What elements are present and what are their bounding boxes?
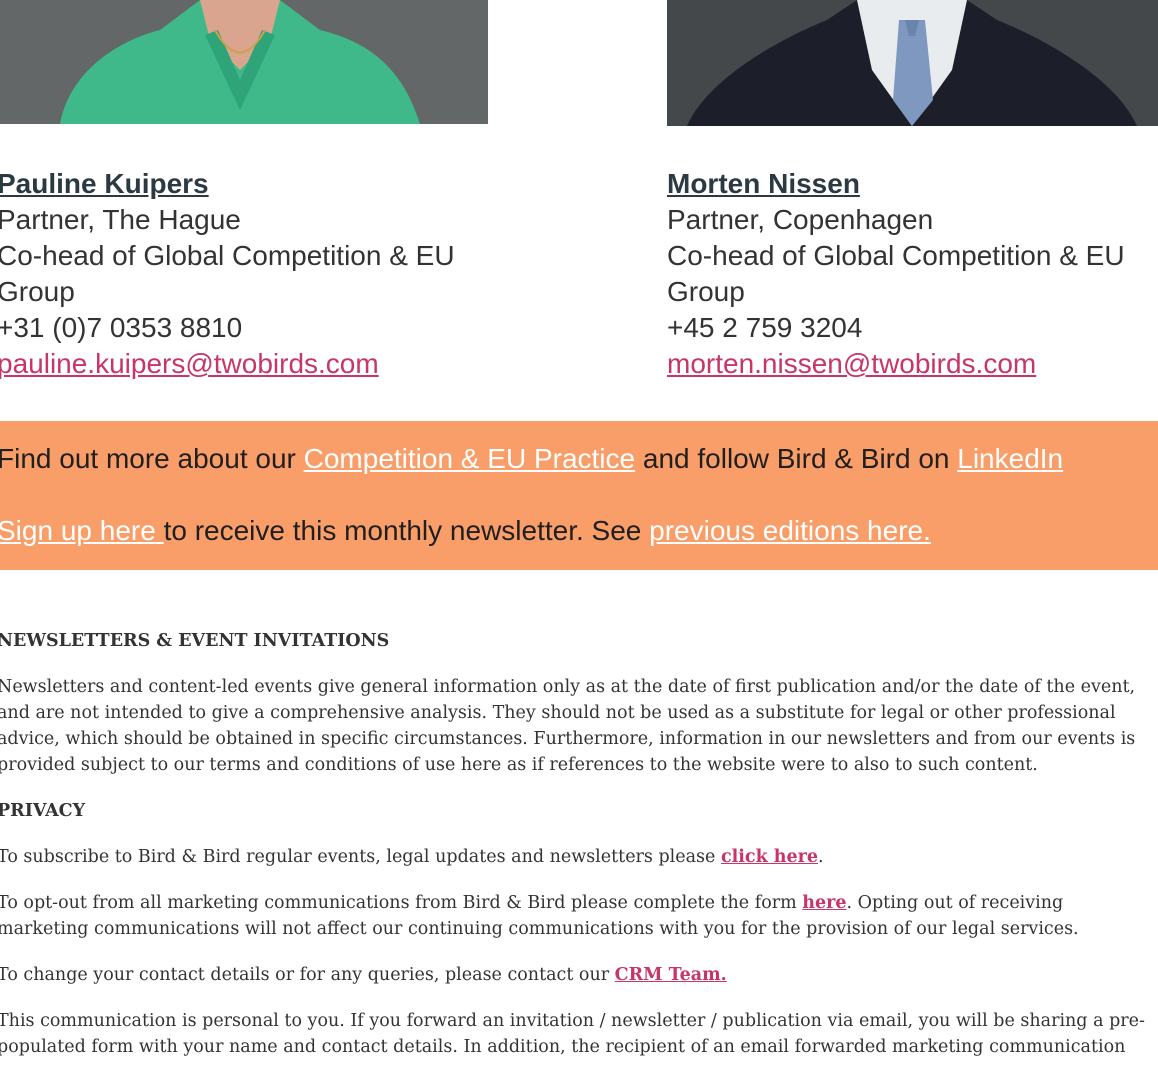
- contact-title: Co-head of Global Competition & EU: [667, 240, 1125, 271]
- newsletters-disclaimer: Newsletters and content-led events give …: [0, 677, 1136, 775]
- contact-email-link[interactable]: morten.nissen@twobirds.com: [667, 346, 1147, 382]
- banner-line-signup: Sign up here to receive this monthly new…: [0, 515, 931, 547]
- contact-title-cont: Group: [0, 276, 75, 307]
- contact-role: Partner, Copenhagen: [667, 204, 934, 235]
- photo-morten-nissen: [667, 0, 1158, 126]
- linkedin-link[interactable]: LinkedIn: [957, 443, 1063, 474]
- personal-communication-paragraph: This communication is personal to you. I…: [0, 1011, 1145, 1057]
- optout-paragraph: To opt-out from all marketing communicat…: [0, 890, 1157, 942]
- contact-card-pauline: Pauline Kuipers Partner, The Hague Co-he…: [0, 166, 477, 382]
- contact-role: Partner, The Hague: [0, 204, 241, 235]
- subscribe-click-here-link[interactable]: click here: [721, 847, 818, 867]
- contact-title: Co-head of Global Competition & EU: [0, 240, 455, 271]
- promo-banner: Find out more about our Competition & EU…: [0, 421, 1158, 570]
- subscribe-paragraph: To subscribe to Bird & Bird regular even…: [0, 844, 1157, 870]
- optout-text: To opt-out from all marketing communicat…: [0, 893, 803, 913]
- signup-link[interactable]: Sign up here: [0, 515, 164, 546]
- contact-name-link[interactable]: Morten Nissen: [667, 166, 1147, 202]
- contact-email-link[interactable]: pauline.kuipers@twobirds.com: [0, 346, 477, 382]
- banner-line-follow: Find out more about our Competition & EU…: [0, 443, 1063, 475]
- portrait-image: [667, 0, 1158, 126]
- banner-text: Find out more about our: [0, 443, 304, 474]
- practice-link[interactable]: Competition & EU Practice: [304, 443, 635, 474]
- banner-text: to receive this monthly newsletter. See: [163, 515, 650, 546]
- contact-title-cont: Group: [667, 276, 745, 307]
- portrait-image: [0, 0, 488, 124]
- contact-phone: +31 (0)7 0353 8810: [0, 312, 243, 343]
- banner-text: and follow Bird & Bird on: [635, 443, 958, 474]
- newsletters-heading: NEWSLETTERS & EVENT INVITATIONS: [0, 631, 390, 651]
- subscribe-text: To subscribe to Bird & Bird regular even…: [0, 847, 721, 867]
- crm-team-link[interactable]: CRM Team.: [615, 965, 727, 985]
- contact-text: To change your contact details or for an…: [0, 965, 615, 985]
- contact-card-morten: Morten Nissen Partner, Copenhagen Co-hea…: [667, 166, 1147, 382]
- privacy-heading: PRIVACY: [0, 801, 86, 821]
- previous-editions-link[interactable]: previous editions here.: [649, 515, 931, 546]
- legal-footer: NEWSLETTERS & EVENT INVITATIONS Newslett…: [0, 628, 1157, 1080]
- optout-here-link[interactable]: here: [802, 893, 846, 913]
- subscribe-end: .: [818, 847, 824, 867]
- contact-name-link[interactable]: Pauline Kuipers: [0, 166, 477, 202]
- photo-pauline-kuipers: [0, 0, 488, 124]
- contact-phone: +45 2 759 3204: [667, 312, 863, 343]
- contact-paragraph: To change your contact details or for an…: [0, 962, 1157, 988]
